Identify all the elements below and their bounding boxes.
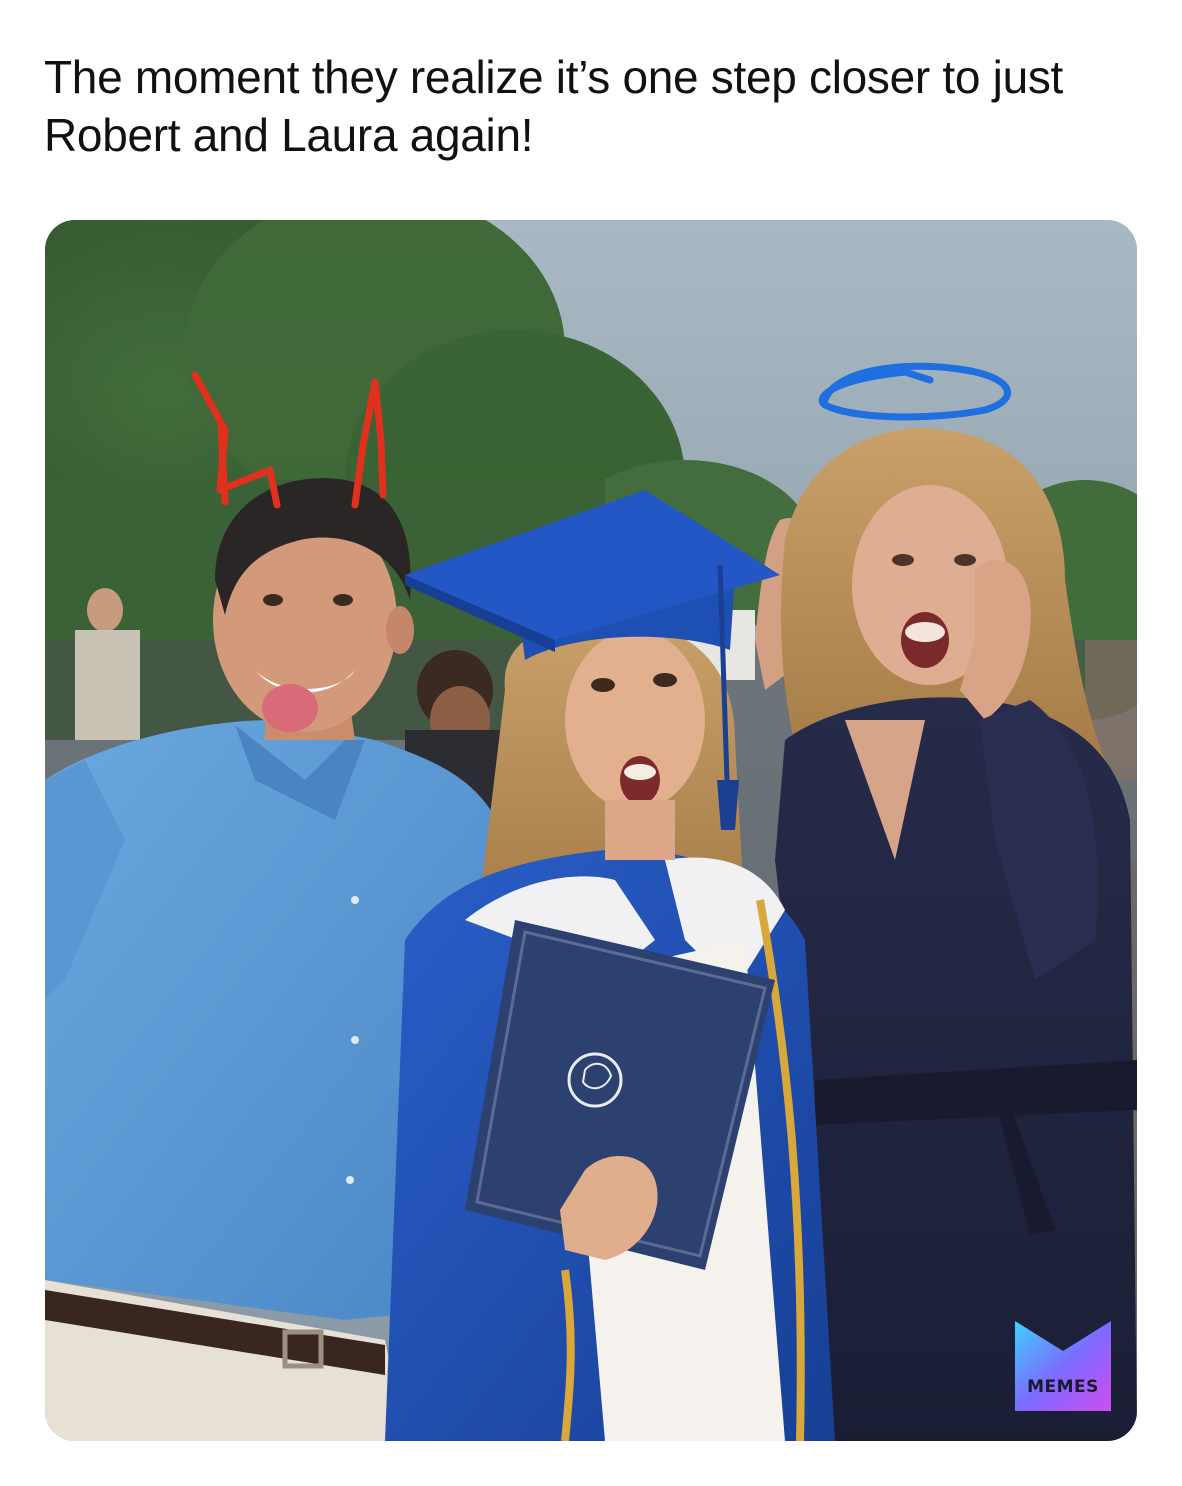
watermark-label: MEMES: [1027, 1377, 1099, 1397]
memes-logo-icon: [1015, 1321, 1111, 1411]
memes-watermark: MEMES: [1015, 1321, 1111, 1411]
photo-illustration: [45, 220, 1137, 1441]
meme-caption: The moment they realize it’s one step cl…: [44, 51, 1064, 161]
meme-photo: MEMES: [45, 220, 1137, 1441]
